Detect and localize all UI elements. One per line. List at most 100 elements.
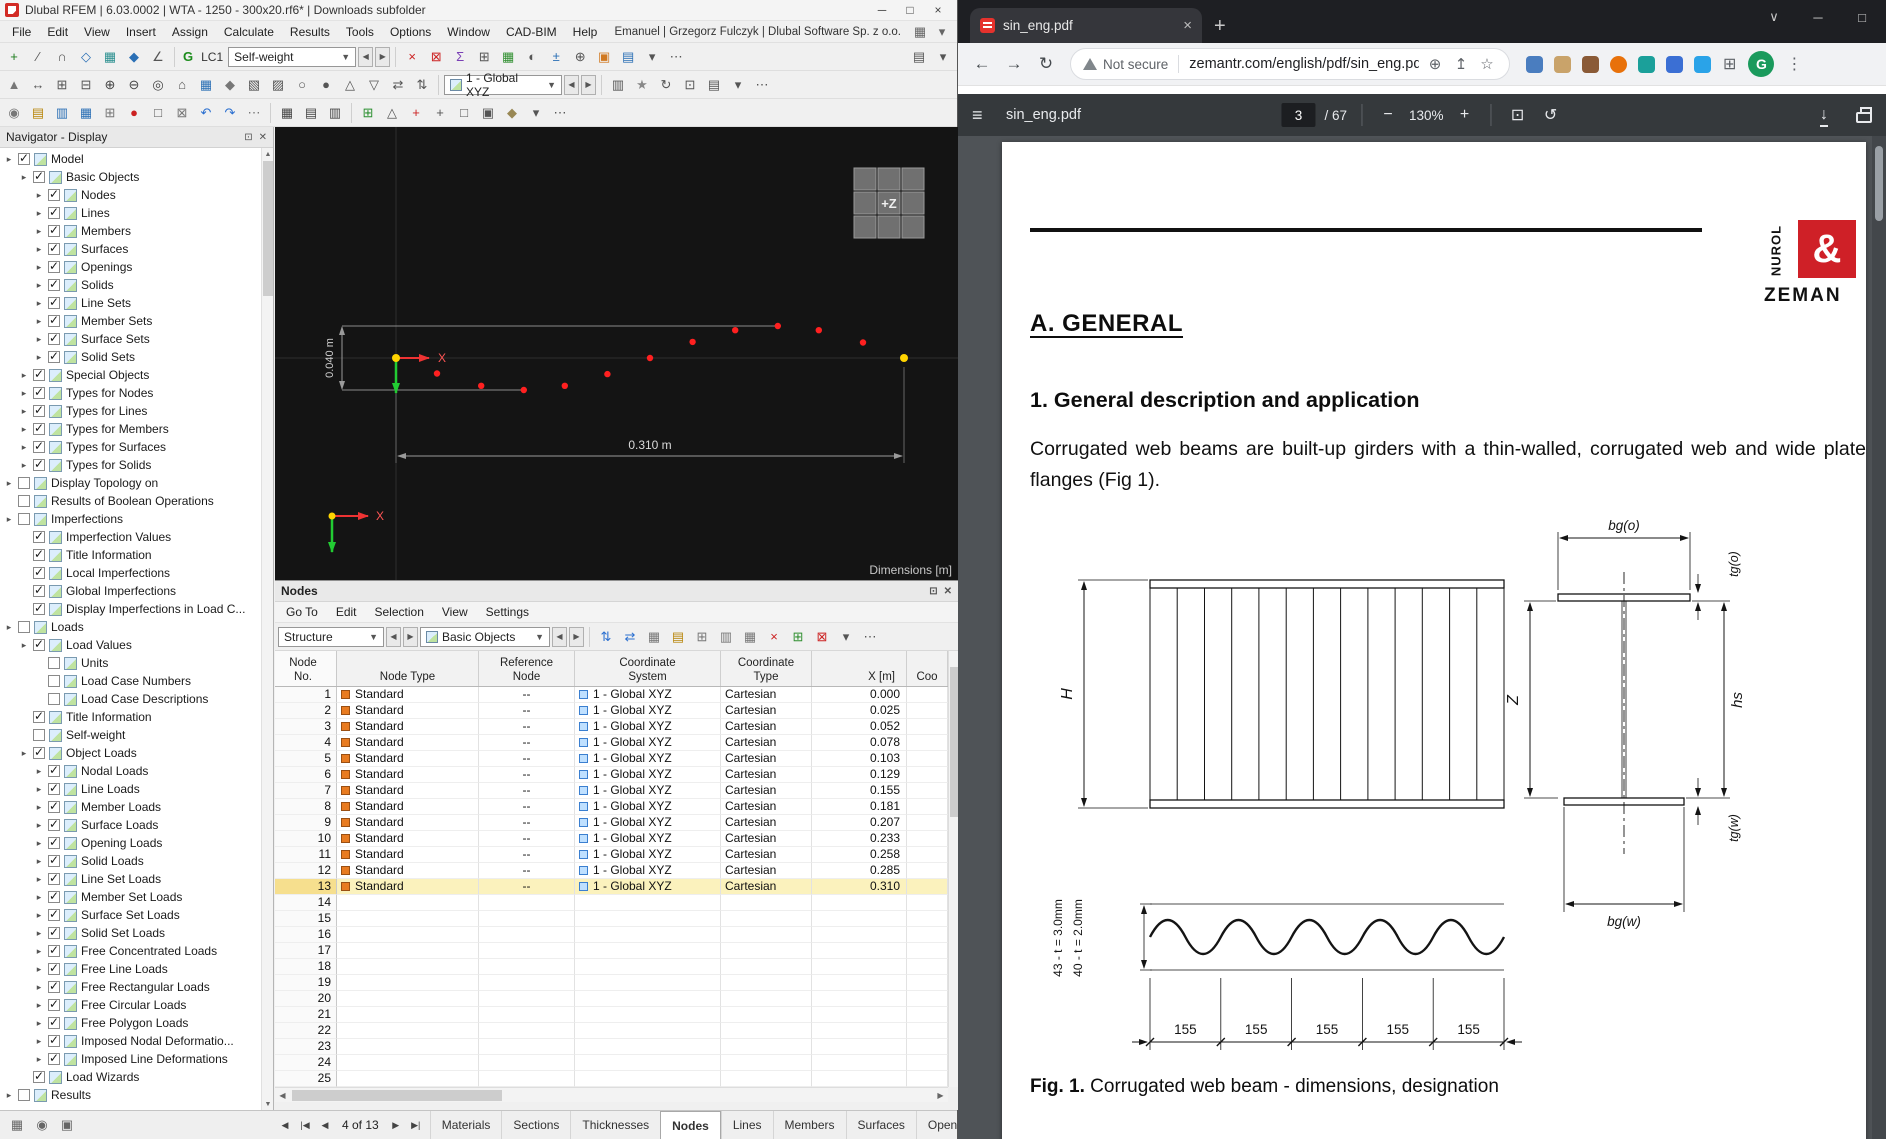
expand-arrow-icon[interactable]: ▸ [34, 280, 44, 291]
tree-item[interactable]: Global Imperfections [0, 582, 261, 600]
tree-checkbox[interactable] [48, 277, 60, 291]
pdf-scrollbar[interactable] [1872, 136, 1886, 1139]
viewport-node[interactable] [520, 386, 527, 394]
previous-category-button[interactable]: ◀ [552, 626, 567, 647]
zoom-level[interactable]: 130% [1409, 108, 1444, 123]
toolbar-icon[interactable]: ▦ [643, 626, 665, 648]
toolbar-icon[interactable]: ▦ [739, 626, 761, 648]
tree-item[interactable]: ▸ Free Concentrated Loads [0, 942, 261, 960]
expand-arrow-icon[interactable]: ▸ [19, 172, 29, 183]
expand-arrow-icon[interactable]: ▸ [19, 748, 29, 759]
toolbar-icon[interactable]: ▥ [715, 626, 737, 648]
expand-arrow-icon[interactable]: ▸ [34, 910, 44, 921]
toolbar-icon[interactable]: ▤ [27, 102, 49, 124]
tree-item[interactable]: ▸ Lines [0, 204, 261, 222]
tabs-scroll-left-button[interactable]: ◀ [275, 1115, 295, 1135]
table-horizontal-scrollbar[interactable]: ◀ ▶ [275, 1087, 948, 1102]
tree-item[interactable]: Load Case Descriptions [0, 690, 261, 708]
back-button[interactable]: ← [966, 48, 998, 80]
toolbar-icon[interactable]: ⋯ [665, 46, 687, 68]
toolbar-icon[interactable]: Σ [449, 46, 471, 68]
scroll-up-icon[interactable]: ▲ [262, 148, 274, 160]
panel-menu-go-to[interactable]: Go To [277, 605, 327, 619]
tree-item[interactable]: ▸ Imposed Nodal Deformatio... [0, 1032, 261, 1050]
tree-checkbox[interactable] [33, 529, 45, 543]
tree-item[interactable]: ▸ Types for Solids [0, 456, 261, 474]
toolbar-icon[interactable]: ⊕ [569, 46, 591, 68]
tree-checkbox[interactable] [48, 349, 60, 363]
tree-item[interactable]: ▸ Surfaces [0, 240, 261, 258]
column-header[interactable]: Node Type [337, 651, 479, 686]
expand-arrow-icon[interactable]: ▸ [34, 1036, 44, 1047]
toolbar-icon[interactable]: ▥ [324, 102, 346, 124]
tree-checkbox[interactable] [33, 601, 45, 615]
toolbar-icon[interactable]: ↻ [655, 74, 677, 96]
zoom-out-button[interactable]: − [1376, 106, 1400, 124]
table-row[interactable]: 9 Standard -- 1 - Global XYZ Cartesian 0.207 [275, 815, 948, 831]
toolbar-icon[interactable]: ▦ [909, 21, 931, 43]
tree-checkbox[interactable] [18, 477, 30, 489]
tree-item[interactable]: ▸ Line Set Loads [0, 870, 261, 888]
toolbar-icon[interactable]: ± [545, 46, 567, 68]
extensions-puzzle-icon[interactable]: ⊞ [1723, 54, 1736, 74]
tree-checkbox[interactable] [48, 187, 60, 201]
expand-arrow-icon[interactable]: ▸ [4, 478, 14, 489]
tree-checkbox[interactable] [48, 961, 60, 975]
panel-menu-settings[interactable]: Settings [477, 605, 538, 619]
tree-item[interactable]: ▸ Results [0, 1086, 261, 1104]
toolbar-icon[interactable]: ⇄ [619, 626, 641, 648]
coordinate-system-combo[interactable]: 1 - Global XYZ ▼ [444, 71, 562, 99]
tree-item[interactable]: ▸ Solid Sets [0, 348, 261, 366]
table-row[interactable]: 10 Standard -- 1 - Global XYZ Cartesian 0.233 [275, 831, 948, 847]
toolbar-icon[interactable]: ⋯ [859, 626, 881, 648]
tree-checkbox[interactable] [48, 241, 60, 255]
tree-checkbox[interactable] [18, 1089, 30, 1101]
extension-icon[interactable] [1666, 55, 1683, 73]
viewport-node[interactable] [815, 327, 822, 334]
toolbar-icon[interactable]: △ [381, 102, 403, 124]
next-table-button[interactable]: ▶ [403, 626, 418, 647]
toolbar-icon[interactable]: ⊕ [99, 74, 121, 96]
toolbar-icon[interactable]: ⊖ [123, 74, 145, 96]
toolbar-icon[interactable]: ⊞ [99, 102, 121, 124]
toolbar-icon[interactable]: ∩ [51, 46, 73, 68]
table-row[interactable]: 6 Standard -- 1 - Global XYZ Cartesian 0.129 [275, 767, 948, 783]
expand-arrow-icon[interactable]: ▸ [34, 820, 44, 831]
tree-checkbox[interactable] [33, 709, 45, 723]
tree-item[interactable]: ▸ Nodes [0, 186, 261, 204]
toolbar-icon[interactable]: ▤ [908, 46, 930, 68]
previous-record-button[interactable]: ◀ [315, 1115, 335, 1135]
tree-item[interactable]: Title Information [0, 546, 261, 564]
last-record-button[interactable]: ▶| [406, 1115, 426, 1135]
address-bar[interactable]: Not secure zemantr.com/english/pdf/sin_e… [1070, 48, 1510, 80]
expand-arrow-icon[interactable]: ▸ [34, 1000, 44, 1011]
next-cs-button[interactable]: ▶ [581, 74, 596, 95]
scroll-right-icon[interactable]: ▶ [933, 1091, 948, 1100]
tree-item[interactable]: ▸ Member Loads [0, 798, 261, 816]
tree-checkbox[interactable] [48, 799, 60, 813]
toolbar-icon[interactable]: ◇ [75, 46, 97, 68]
table-row[interactable]: 21 [275, 1007, 948, 1023]
tree-checkbox[interactable] [48, 675, 60, 687]
tree-item[interactable]: ▸ Nodal Loads [0, 762, 261, 780]
expand-arrow-icon[interactable]: ▸ [34, 964, 44, 975]
toolbar-icon[interactable]: ⇅ [411, 74, 433, 96]
tree-checkbox[interactable] [48, 313, 60, 327]
toolbar-icon[interactable]: ⋯ [243, 102, 265, 124]
tree-checkbox[interactable] [48, 693, 60, 705]
tree-item[interactable]: ▸ Imposed Line Deformations [0, 1050, 261, 1068]
reload-button[interactable]: ↻ [1030, 48, 1062, 80]
scrollbar-thumb[interactable] [292, 1089, 502, 1101]
tree-checkbox[interactable] [48, 1033, 60, 1047]
toolbar-icon[interactable]: ▤ [667, 626, 689, 648]
tree-checkbox[interactable] [33, 729, 45, 741]
table-row[interactable]: 8 Standard -- 1 - Global XYZ Cartesian 0.181 [275, 799, 948, 815]
toolbar-icon[interactable]: ● [315, 74, 337, 96]
tree-item[interactable]: Display Imperfections in Load C... [0, 600, 261, 618]
nodes-panel-float-button[interactable]: ⊡ [929, 586, 937, 597]
previous-cs-button[interactable]: ◀ [564, 74, 579, 95]
column-header[interactable]: Coordinate Type [721, 651, 812, 686]
toolbar-icon[interactable]: ⊟ [75, 74, 97, 96]
tree-checkbox[interactable] [33, 385, 45, 399]
panel-menu-edit[interactable]: Edit [327, 605, 366, 619]
